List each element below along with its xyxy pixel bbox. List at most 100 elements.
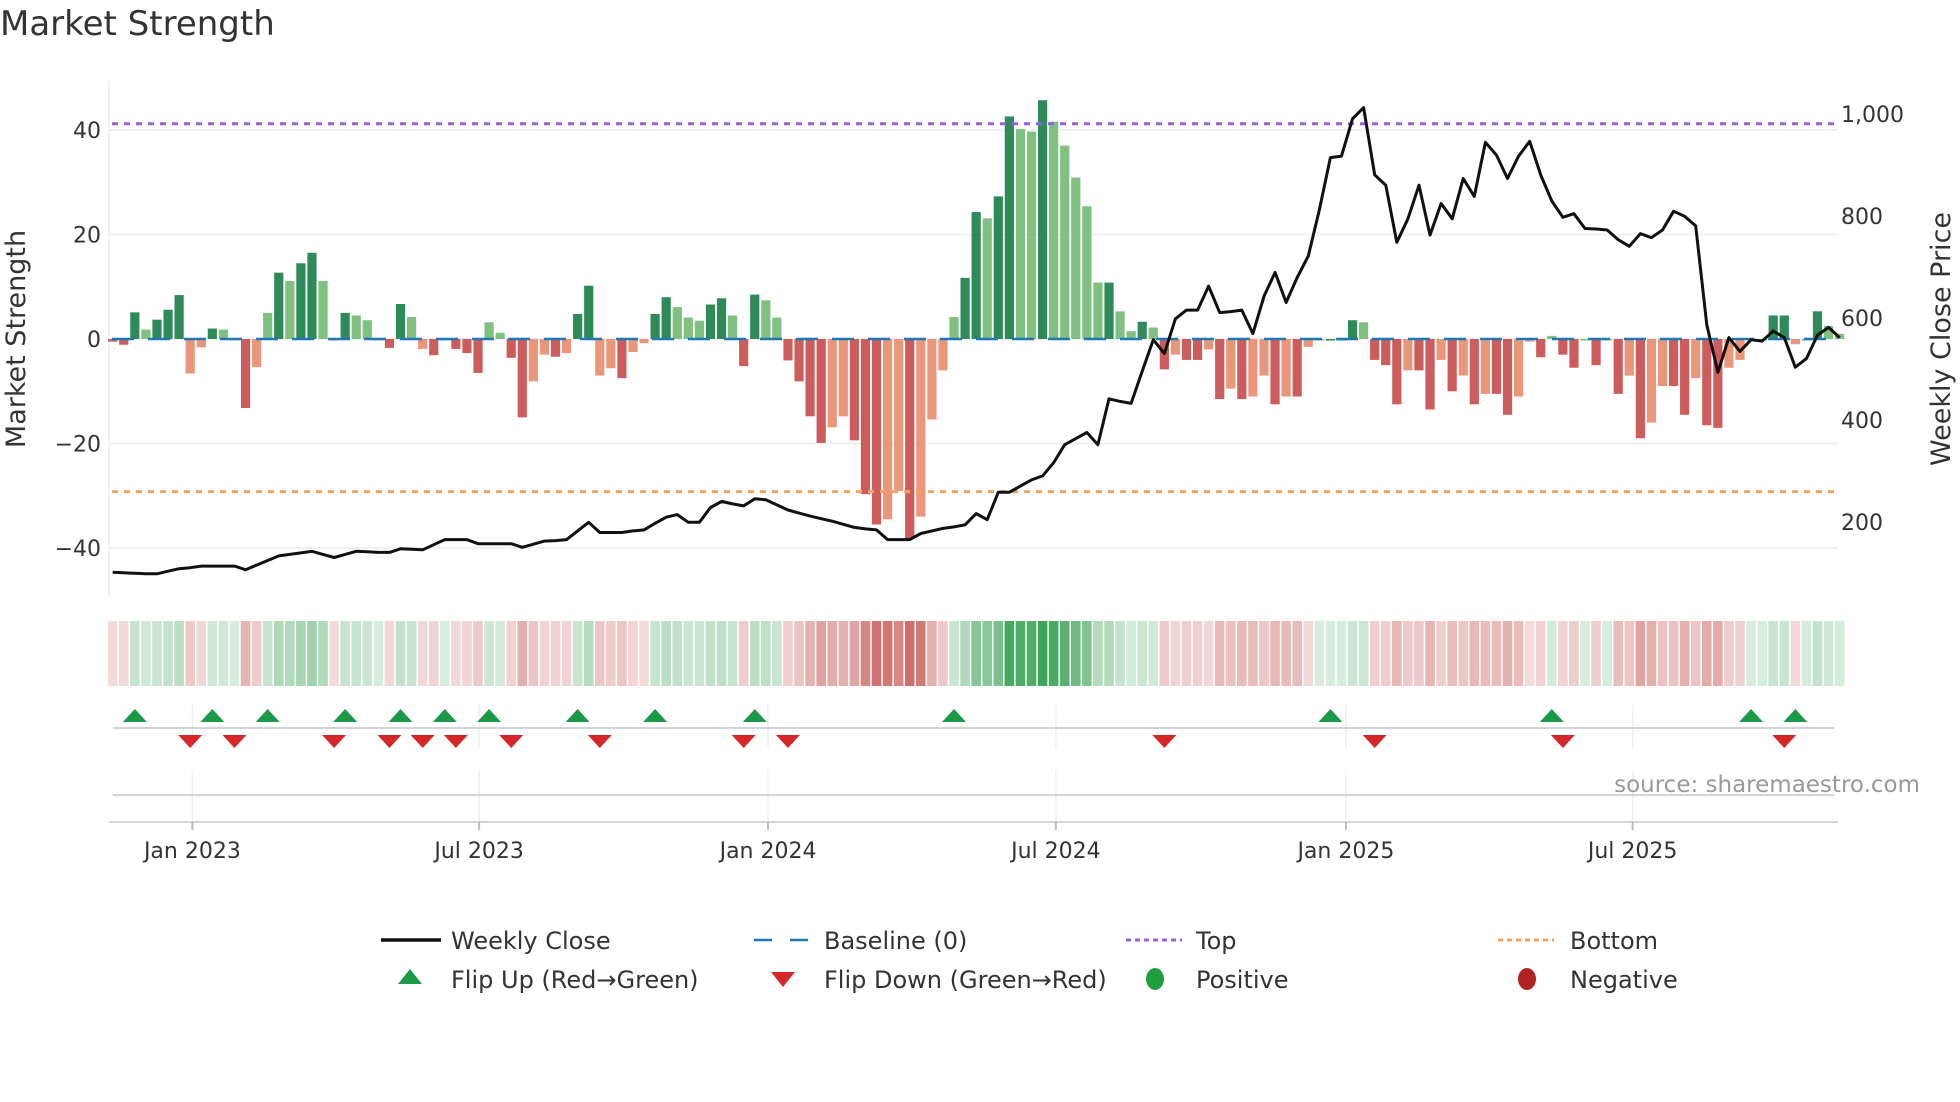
heat-strip-cell xyxy=(1270,621,1280,686)
strength-bar xyxy=(318,281,328,339)
strength-bar xyxy=(1790,339,1800,345)
heat-strip-cell xyxy=(1668,621,1679,686)
heat-strip-cell xyxy=(672,621,683,686)
heat-strip-cell xyxy=(683,621,694,686)
legend-circle-icon xyxy=(1518,968,1536,990)
strength-bar xyxy=(849,339,859,441)
x-tick-label: Jul 2025 xyxy=(1586,839,1678,864)
heat-strip-cell xyxy=(318,621,328,686)
strength-bar xyxy=(783,339,793,361)
heat-strip-cell xyxy=(1082,621,1092,686)
strength-bar xyxy=(694,320,705,339)
flip-up-marker xyxy=(1739,709,1764,722)
heat-strip-cell xyxy=(218,621,229,686)
heat-strip-cell xyxy=(296,621,306,686)
flip-up-marker xyxy=(477,709,502,722)
heat-strip-cell xyxy=(716,621,727,686)
heat-strip-cell xyxy=(1535,621,1546,686)
heat-strip-cell xyxy=(893,621,904,686)
heat-strip-cell xyxy=(1724,621,1734,686)
strength-bar xyxy=(185,339,195,374)
legend-triangle-down-icon xyxy=(771,972,795,987)
heat-strip-cell xyxy=(329,621,339,686)
strength-bar xyxy=(174,295,184,339)
strength-bar xyxy=(772,317,782,339)
heat-strip-cell xyxy=(1823,621,1834,686)
heat-strip-cell xyxy=(1790,621,1801,686)
strength-bar xyxy=(1192,339,1203,360)
heat-strip-cell xyxy=(639,621,649,686)
heat-strip-cell xyxy=(561,621,572,686)
strength-bar xyxy=(1624,339,1634,376)
heat-strip-cell xyxy=(1037,621,1048,686)
heat-strip-cell xyxy=(628,621,638,686)
strength-bar xyxy=(1513,339,1524,397)
legend-label: Top xyxy=(1195,927,1237,955)
heat-strip-cell xyxy=(1624,621,1635,686)
heat-strip-cell xyxy=(1580,621,1590,686)
strength-bar xyxy=(1215,339,1225,400)
y-axis-title: Market Strength xyxy=(1,230,32,448)
y-tick-label: −40 xyxy=(55,537,101,562)
strength-bar xyxy=(916,339,926,517)
y2-tick-label: 600 xyxy=(1841,307,1883,332)
flip-up-marker xyxy=(742,709,767,722)
flip-down-marker xyxy=(775,735,800,748)
heat-strip-cell xyxy=(1502,621,1513,686)
heat-strip-cell xyxy=(1181,621,1192,686)
strength-bar xyxy=(650,313,660,339)
strength-bar xyxy=(550,339,561,357)
heat-strip-cell xyxy=(1513,621,1524,686)
strength-bar xyxy=(1414,339,1424,371)
heat-strip-cell xyxy=(1547,621,1557,686)
strength-bar xyxy=(340,312,350,339)
heat-strip-cell xyxy=(395,621,406,686)
heat-strip-cell xyxy=(572,621,583,686)
strength-bar xyxy=(1381,339,1391,366)
strength-bar xyxy=(1635,339,1645,439)
heat-strip-cell xyxy=(1303,621,1314,686)
flip-down-marker xyxy=(1772,735,1797,748)
heat-strip-cell xyxy=(240,621,251,686)
y2-tick-label: 200 xyxy=(1841,511,1883,536)
heat-strip-cell xyxy=(749,621,760,686)
strength-bar xyxy=(993,196,1003,339)
heat-strip-cell xyxy=(1768,621,1778,686)
strength-bar xyxy=(207,328,217,339)
heat-strip-cell xyxy=(650,621,660,686)
heat-strip-cell xyxy=(1170,621,1181,686)
x-tick-label: Jan 2025 xyxy=(1295,839,1394,864)
heat-strip-cell xyxy=(1635,621,1646,686)
heat-strip-cell xyxy=(1048,621,1059,686)
heat-strip-cell xyxy=(484,621,494,686)
heat-strip-cell xyxy=(440,621,450,686)
legend-circle-icon xyxy=(1146,968,1164,990)
heat-strip-cell xyxy=(772,621,782,686)
y-tick-label: 20 xyxy=(73,224,101,249)
flip-up-marker xyxy=(122,709,147,722)
strength-bar xyxy=(1680,339,1690,415)
strength-bar xyxy=(1436,339,1446,360)
heat-strip-cell xyxy=(938,621,948,686)
heat-strip-cell xyxy=(262,621,273,686)
strength-bar xyxy=(1480,339,1490,394)
strength-bar xyxy=(1646,339,1657,423)
strength-bar xyxy=(1657,339,1668,387)
flip-down-marker xyxy=(1550,735,1575,748)
heat-strip-cell xyxy=(1214,621,1225,686)
strength-bar xyxy=(894,339,904,492)
legend-label: Flip Up (Red→Green) xyxy=(451,966,699,994)
heat-strip-cell xyxy=(118,621,129,686)
heat-strip-cell xyxy=(738,621,749,686)
strength-bar xyxy=(728,315,738,339)
strength-bar xyxy=(1093,282,1103,339)
strength-bar xyxy=(1060,145,1070,339)
strength-bar xyxy=(141,329,151,339)
strength-bar xyxy=(595,339,605,376)
heat-strip-cell xyxy=(1425,621,1435,686)
strength-bar xyxy=(285,281,295,339)
heat-strip-cell xyxy=(1646,621,1657,686)
heat-strip-cell xyxy=(971,621,981,686)
flip-down-marker xyxy=(222,735,247,748)
y2-tick-label: 800 xyxy=(1841,205,1883,230)
